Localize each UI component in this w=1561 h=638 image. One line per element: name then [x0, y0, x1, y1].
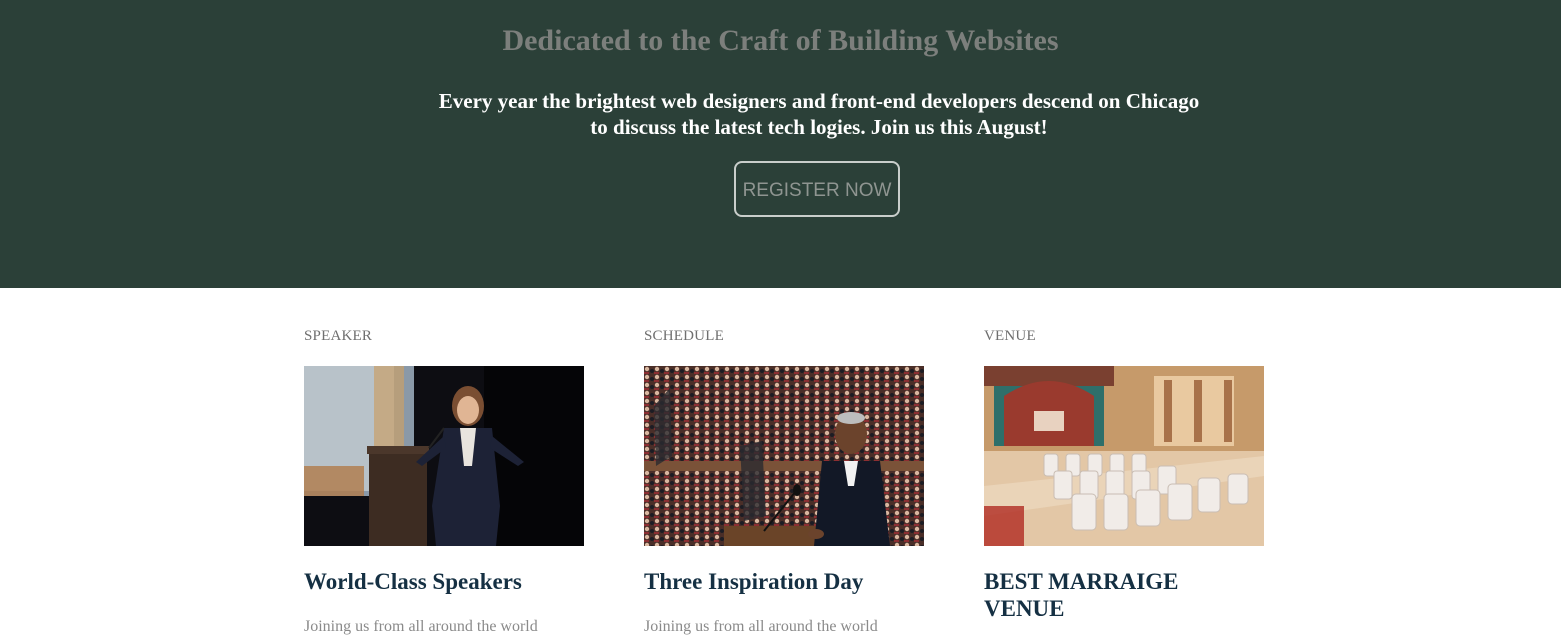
schedule-photo: [644, 366, 924, 546]
venue-card: VENUE BEST MARRAIGE VENUE: [984, 326, 1264, 621]
schedule-card: SCHEDULE Three Inspiration Day Joining u…: [644, 326, 924, 635]
card-category: VENUE: [984, 328, 1036, 344]
hero-banner: Dedicated to the Craft of Building Websi…: [0, 0, 1561, 288]
card-category: SPEAKER: [304, 328, 373, 344]
card-title: Three Inspiration Day: [644, 569, 864, 594]
card-title: World-Class Speakers: [304, 569, 522, 594]
hero-subtitle: Every year the brightest web designers a…: [438, 89, 1200, 139]
card-category: SCHEDULE: [644, 328, 724, 344]
hero-title: Dedicated to the Craft of Building Websi…: [502, 24, 1059, 57]
register-now-button[interactable]: REGISTER NOW: [734, 161, 900, 217]
speaker-photo: [304, 366, 584, 546]
card-text: Joining us from all around the world: [644, 618, 878, 635]
venue-photo: [984, 366, 1264, 546]
card-text: Joining us from all around the world: [304, 618, 538, 635]
card-title: BEST MARRAIGE VENUE: [984, 569, 1179, 621]
speaker-card: SPEAKER World-Class Speakers Joining us …: [304, 326, 584, 635]
